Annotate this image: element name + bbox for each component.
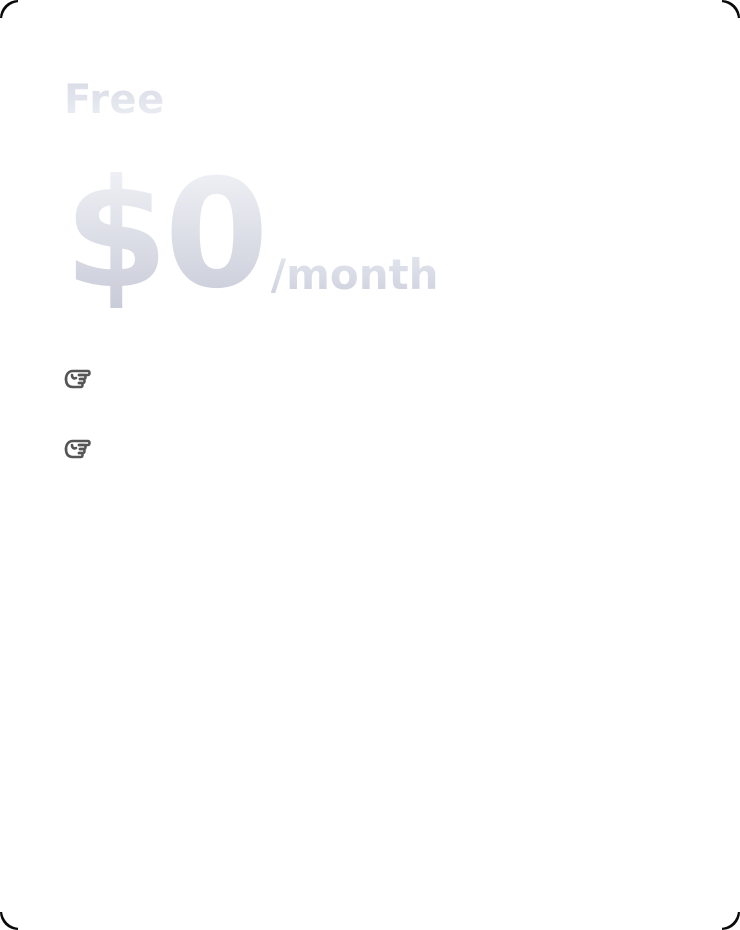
feature-item: [60, 432, 110, 470]
corner-decoration: [702, 892, 740, 930]
pointing-hand-icon: [64, 369, 91, 389]
price-amount: $0: [64, 148, 269, 322]
corner-decoration: [702, 0, 740, 38]
corner-decoration: [0, 0, 38, 38]
price-row: $0 /month: [64, 150, 439, 310]
feature-list: [60, 362, 110, 502]
corner-decoration: [0, 892, 38, 930]
plan-name: Free: [64, 77, 165, 123]
pointing-hand-icon: [64, 439, 91, 459]
feature-item: [60, 362, 110, 400]
price-period: /month: [270, 250, 439, 299]
pricing-card: Free $0 /month: [0, 0, 740, 930]
